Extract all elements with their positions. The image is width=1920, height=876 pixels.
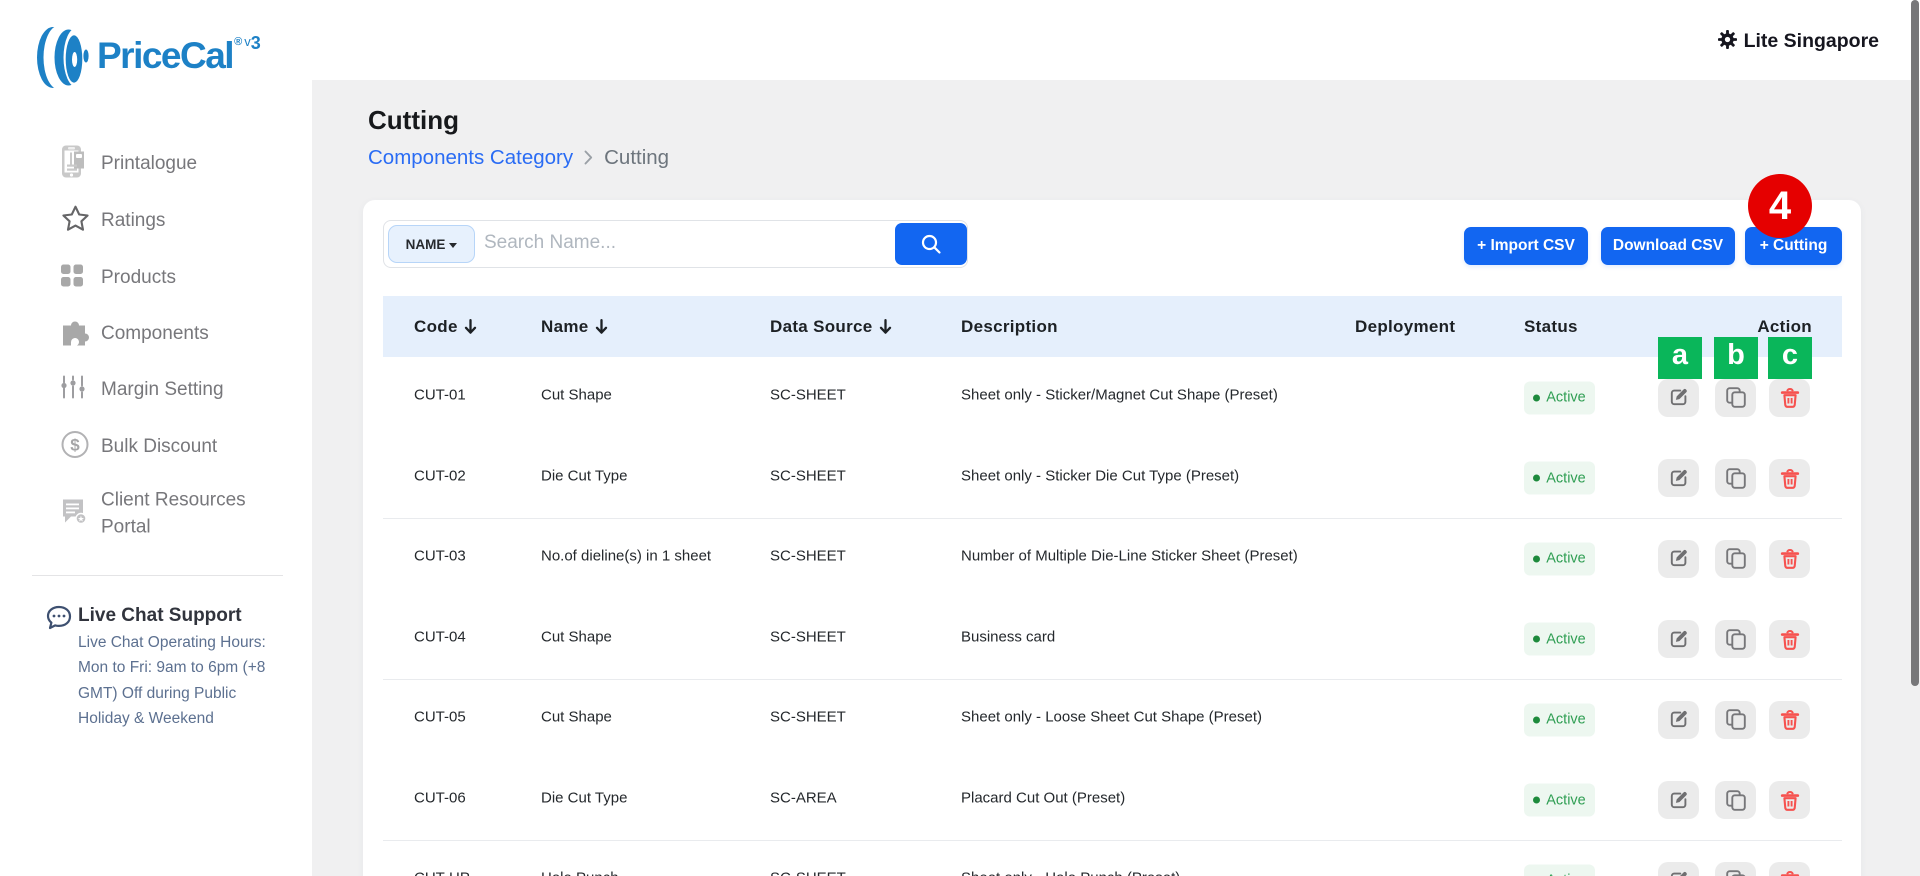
svg-text:★: ★	[77, 515, 84, 524]
svg-text:$: $	[70, 436, 80, 455]
